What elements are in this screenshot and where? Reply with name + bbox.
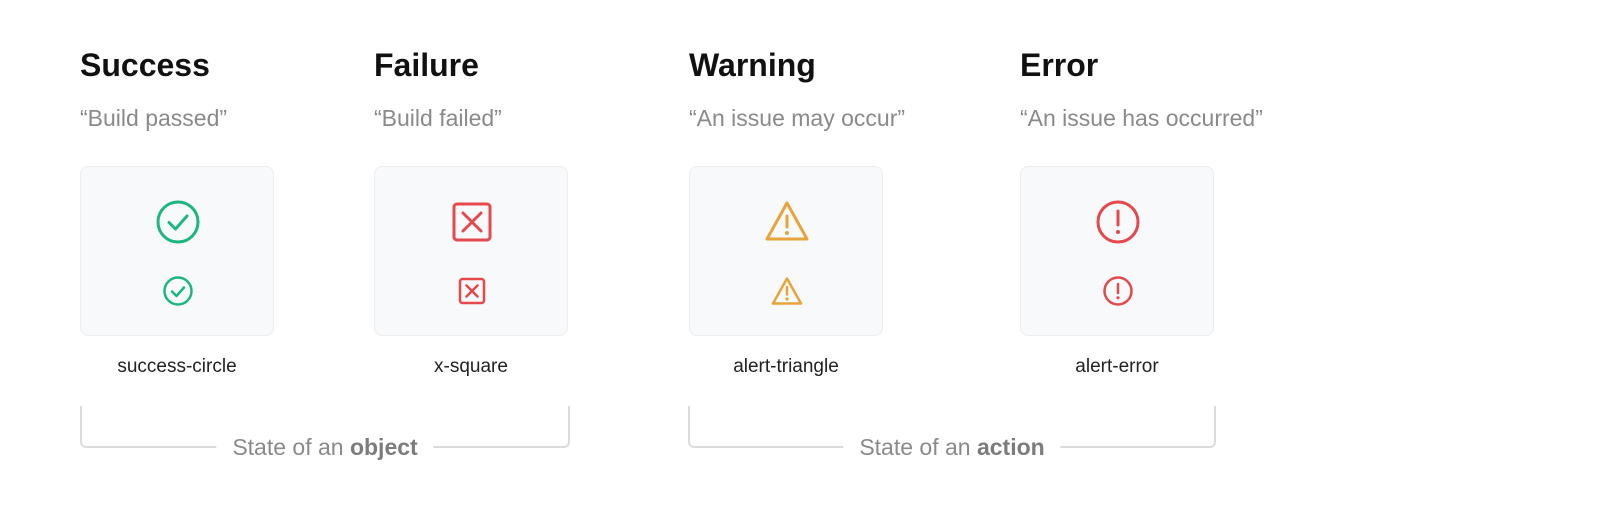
group-label-prefix: State of an	[232, 434, 350, 460]
group-label: State of an action	[843, 433, 1061, 461]
x-square-icon	[452, 202, 492, 242]
icon-card	[689, 166, 883, 336]
check-circle-icon	[156, 200, 200, 244]
icon-card	[1020, 166, 1214, 336]
state-example: “An issue may occur”	[689, 105, 906, 131]
group-label: State of an object	[216, 433, 434, 461]
alert-triangle-icon	[771, 277, 803, 305]
group-label-emphasis: object	[349, 434, 418, 460]
icon-name: success-circle	[117, 356, 237, 377]
x-square-icon	[458, 277, 486, 305]
state-example: “Build passed”	[80, 105, 228, 131]
icon-card	[374, 166, 568, 336]
state-title: Success	[80, 47, 210, 83]
icon-name: alert-triangle	[733, 356, 839, 377]
group-label-prefix: State of an	[859, 434, 977, 460]
alert-circle-icon	[1103, 276, 1133, 306]
check-circle-icon	[163, 276, 193, 306]
icon-name: x-square	[434, 356, 508, 377]
icon-card	[80, 166, 274, 336]
state-example: “Build failed”	[374, 105, 502, 131]
group-bracket-object: State of an object	[80, 406, 570, 461]
group-bracket-action: State of an action	[688, 406, 1216, 461]
state-title: Warning	[689, 47, 816, 83]
state-title: Failure	[374, 47, 479, 83]
alert-circle-icon	[1096, 200, 1140, 244]
icon-name: alert-error	[1075, 356, 1159, 377]
group-label-emphasis: action	[976, 434, 1045, 460]
alert-triangle-icon	[765, 201, 809, 241]
state-title: Error	[1020, 47, 1099, 83]
state-example: “An issue has occurred”	[1020, 105, 1263, 131]
